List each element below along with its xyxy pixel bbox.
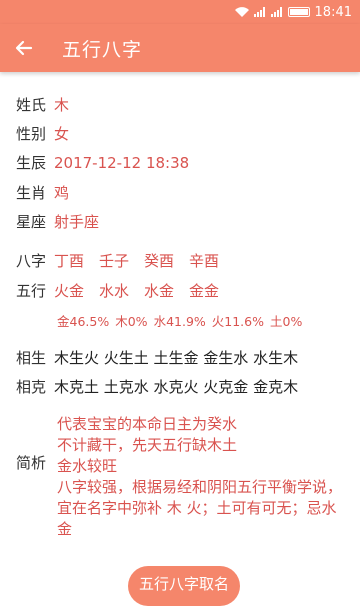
back-arrow-icon[interactable] bbox=[14, 38, 34, 58]
status-bar: 18:41 bbox=[0, 0, 360, 24]
star-value: 射手座 bbox=[54, 213, 100, 231]
xiangke-label: 相克 bbox=[16, 378, 47, 396]
wuxing-percent: 水41.9% bbox=[153, 314, 206, 329]
bazi-value: 丁酉 bbox=[54, 252, 85, 270]
xiangsheng-row: 相生 木生火 火生土 土生金 金生水 水生木 bbox=[16, 347, 298, 368]
analysis-line: 代表宝宝的本命日主为癸水 bbox=[57, 415, 238, 433]
analysis-label: 简析 bbox=[16, 454, 47, 472]
wuxing-percent: 土0% bbox=[270, 314, 303, 329]
star-label: 星座 bbox=[16, 213, 47, 231]
xiangsheng-value: 木生火 火生土 土生金 金生水 水生木 bbox=[54, 349, 299, 367]
wuxing-percent: 金46.5% bbox=[57, 314, 110, 329]
zodiac-row: 生肖 鸡 bbox=[16, 182, 69, 203]
wuxing-percent-row: 金46.5% 木0% 水41.9% 火11.6% 土0% bbox=[57, 311, 308, 330]
zodiac-label: 生肖 bbox=[16, 184, 47, 202]
wifi-icon bbox=[234, 7, 249, 17]
birth-row: 生辰 2017-12-12 18:38 bbox=[16, 152, 189, 173]
gender-value: 女 bbox=[54, 125, 70, 143]
name-row: 姓氏 木 bbox=[16, 94, 69, 115]
gender-row: 性别 女 bbox=[16, 123, 69, 144]
birth-label: 生辰 bbox=[16, 154, 47, 172]
xiangsheng-label: 相生 bbox=[16, 349, 47, 367]
wuxing-value: 水水 bbox=[99, 282, 130, 300]
bazi-value: 壬子 bbox=[99, 252, 130, 270]
name-value: 木 bbox=[54, 96, 70, 114]
signal-icon-2 bbox=[270, 7, 282, 17]
page-title: 五行八字 bbox=[62, 38, 143, 61]
xiangke-value: 木克土 土克水 水克火 火克金 金克木 bbox=[54, 378, 299, 396]
bazi-value: 辛酉 bbox=[189, 252, 220, 270]
wuxing-row: 五行 火金 水水 水金 金金 bbox=[16, 280, 234, 301]
wuxing-value: 水金 bbox=[144, 282, 175, 300]
bazi-value: 癸酉 bbox=[144, 252, 175, 270]
signal-icon bbox=[253, 7, 265, 17]
bazi-label: 八字 bbox=[16, 252, 47, 270]
wuxing-percent: 木0% bbox=[115, 314, 148, 329]
app-toolbar: 五行八字 bbox=[0, 24, 360, 72]
name-label: 姓氏 bbox=[16, 96, 47, 114]
analysis-text: 代表宝宝的本命日主为癸水 不计藏干，先天五行缺木土 金水较旺 八字较强，根据易经… bbox=[57, 414, 347, 540]
status-time: 18:41 bbox=[314, 4, 352, 20]
wuxing-value: 火金 bbox=[54, 282, 85, 300]
wuxing-value: 金金 bbox=[189, 282, 220, 300]
wuxing-percent: 火11.6% bbox=[211, 314, 264, 329]
analysis-line: 不计藏干，先天五行缺木土 bbox=[57, 436, 238, 454]
analysis-line: 金水较旺 bbox=[57, 457, 118, 475]
star-row: 星座 射手座 bbox=[16, 211, 99, 232]
analysis-line: 八字较强，根据易经和阴阳五行平衡学说，宜在名字中弥补 木 火；土可有可无；忌水金 bbox=[57, 478, 343, 538]
gender-label: 性别 bbox=[16, 125, 47, 143]
battery-icon bbox=[287, 7, 310, 17]
bazi-row: 八字 丁酉 壬子 癸酉 辛酉 bbox=[16, 250, 234, 271]
xiangke-row: 相克 木克土 土克水 水克火 火克金 金克木 bbox=[16, 376, 298, 397]
birth-value: 2017-12-12 18:38 bbox=[54, 153, 190, 172]
wuxing-label: 五行 bbox=[16, 282, 47, 300]
name-by-wuxing-button[interactable]: 五行八字取名 bbox=[128, 566, 240, 606]
zodiac-value: 鸡 bbox=[54, 184, 70, 202]
